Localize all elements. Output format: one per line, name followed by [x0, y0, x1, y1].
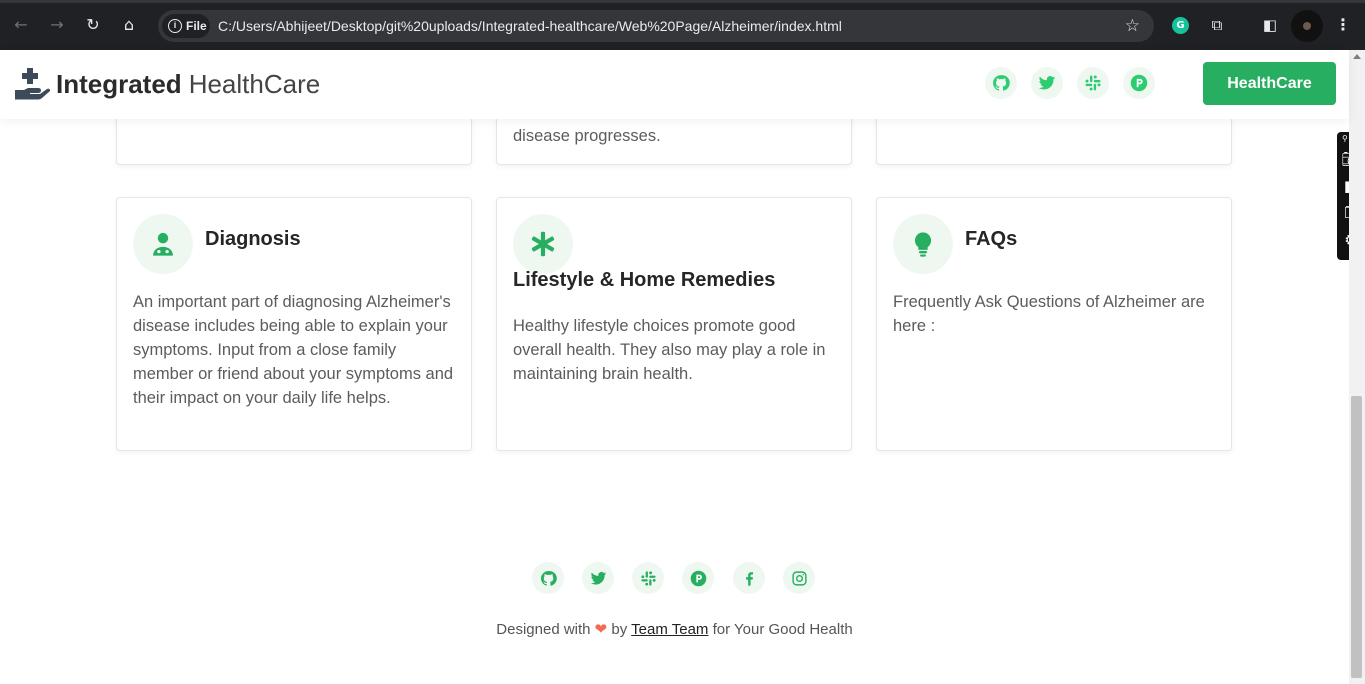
card-text: An important part of diagnosing Alzheime…	[133, 293, 454, 407]
footer-github-icon[interactable]	[532, 562, 564, 594]
brand-name-light: HealthCare	[188, 68, 321, 99]
site-info-chip[interactable]: i File	[162, 14, 210, 38]
header-twitter-icon[interactable]	[1031, 67, 1063, 99]
tab-strip-edge	[0, 0, 1365, 3]
card-faqs[interactable]: FAQs Frequently Ask Questions of Alzheim…	[876, 197, 1232, 451]
doctor-icon	[133, 214, 193, 274]
hand-plus-logo-icon	[15, 68, 50, 100]
site-header: Integrated HealthCare HealthCare	[0, 50, 1349, 119]
footer-slack-icon[interactable]	[632, 562, 664, 594]
card-text: Frequently Ask Questions of Alzheimer ar…	[893, 293, 1205, 335]
footer-suffix: for Your Good Health	[712, 621, 853, 638]
footer-twitter-icon[interactable]	[582, 562, 614, 594]
browser-menu-icon[interactable]: ⋮	[1335, 14, 1351, 36]
scroll-up-arrow-icon[interactable]	[1353, 54, 1361, 59]
url-text[interactable]: C:/Users/Abhijeet/Desktop/git%20uploads/…	[218, 10, 842, 42]
card-diagnosis[interactable]: Diagnosis An important part of diagnosin…	[116, 197, 472, 451]
footer-by: by	[611, 621, 628, 638]
footer-facebook-icon[interactable]	[733, 562, 765, 594]
extensions-puzzle-icon[interactable]: ⧉	[1206, 14, 1228, 36]
brand-name-bold: Integrated	[56, 68, 182, 99]
reload-icon[interactable]: ↻	[82, 14, 104, 36]
header-slack-icon[interactable]	[1077, 67, 1109, 99]
footer-product-hunt-icon[interactable]	[682, 562, 714, 594]
home-icon[interactable]: ⌂	[118, 14, 140, 36]
footer-designed-prefix: Designed with	[496, 621, 591, 638]
team-link[interactable]: Team Team	[631, 621, 708, 638]
header-github-icon[interactable]	[985, 67, 1017, 99]
asterisk-icon	[513, 214, 573, 274]
card-text: Healthy lifestyle choices promote good o…	[513, 317, 826, 383]
file-chip-label: File	[186, 19, 207, 33]
browser-toolbar: ← → ↻ ⌂ i File C:/Users/Abhijeet/Desktop…	[0, 0, 1365, 50]
grammarly-extension-icon[interactable]: G	[1172, 17, 1189, 34]
bookmark-star-icon[interactable]: ☆	[1125, 16, 1140, 36]
back-arrow-icon[interactable]: ←	[10, 14, 32, 36]
side-panel-icon[interactable]: ◧	[1259, 14, 1281, 36]
info-icon: i	[168, 19, 182, 33]
card-title: FAQs	[965, 228, 1018, 250]
card-lifestyle[interactable]: Lifestyle & Home Remedies Healthy lifest…	[496, 197, 852, 451]
card-title: Lifestyle & Home Remedies	[513, 269, 776, 291]
scrollbar-thumb[interactable]	[1351, 396, 1362, 678]
heart-icon: ❤	[594, 621, 608, 638]
brand-logo[interactable]: Integrated HealthCare	[14, 64, 320, 104]
healthcare-cta-button[interactable]: HealthCare	[1203, 62, 1336, 105]
header-product-hunt-icon[interactable]	[1123, 67, 1155, 99]
lightbulb-icon	[893, 214, 953, 274]
footer-credit: Designed with ❤ by Team Team for Your Go…	[0, 620, 1349, 638]
card-top-middle-text: disease progresses.	[513, 127, 661, 145]
address-bar[interactable]: i File C:/Users/Abhijeet/Desktop/git%20u…	[158, 10, 1154, 42]
card-title: Diagnosis	[205, 228, 301, 250]
footer-instagram-icon[interactable]	[783, 562, 815, 594]
profile-avatar[interactable]	[1291, 10, 1323, 42]
forward-arrow-icon[interactable]: →	[46, 14, 68, 36]
